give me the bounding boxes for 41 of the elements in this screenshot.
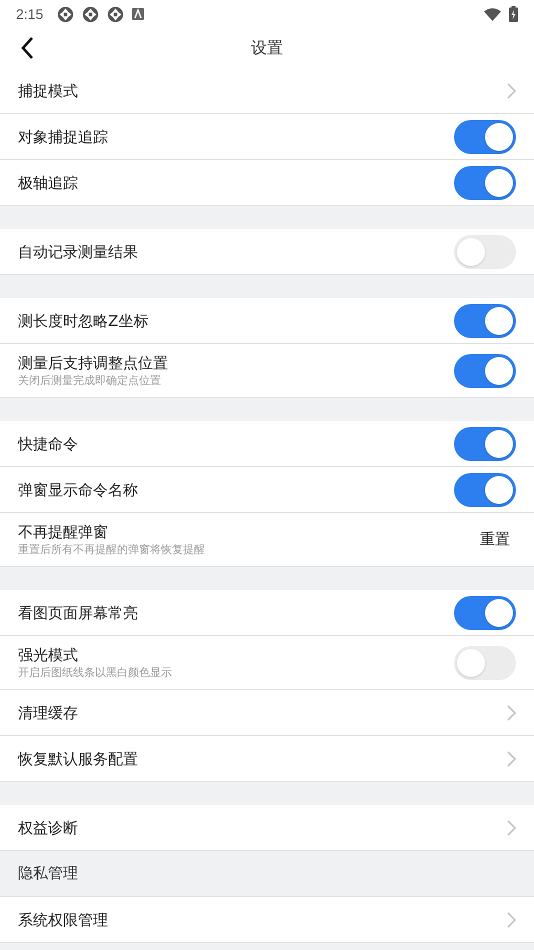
setting-label: 测量后支持调整点位置: [18, 352, 169, 372]
page-title: 设置: [251, 37, 283, 59]
aperture-icon: [57, 6, 74, 22]
toggle-switch[interactable]: [454, 166, 516, 200]
reset-button[interactable]: 重置: [480, 528, 516, 551]
setting-label: 捕捉模式: [18, 80, 79, 100]
toggle-switch[interactable]: [454, 596, 516, 630]
setting-label: 系统权限管理: [18, 910, 109, 930]
toggle-switch[interactable]: [454, 472, 516, 506]
setting-label: 测长度时忽略Z坐标: [18, 310, 150, 330]
setting-label: 看图页面屏幕常亮: [18, 602, 139, 622]
setting-label: 强光模式: [18, 644, 79, 664]
toggle-switch[interactable]: [454, 120, 516, 154]
toggle-switch[interactable]: [454, 426, 516, 460]
aperture-icon: [82, 6, 100, 22]
chevron-right-icon: [506, 82, 516, 98]
setting-label: 弹窗显示命令名称: [18, 480, 139, 500]
chevron-right-icon: [506, 750, 516, 766]
battery-icon: [509, 6, 518, 22]
toggle-switch[interactable]: [454, 304, 516, 338]
chevron-right-icon: [506, 912, 516, 928]
aperture-icon: [107, 6, 124, 22]
toggle-switch[interactable]: [454, 234, 516, 268]
setting-label: 权益诊断: [18, 818, 79, 838]
chevron-right-icon: [506, 820, 516, 836]
status-time: 2:15: [16, 4, 44, 24]
wifi-icon: [484, 8, 501, 20]
toggle-switch[interactable]: [454, 354, 516, 388]
setting-description: 开启后图纸线条以黑白颜色显示: [18, 664, 173, 680]
setting-label: 恢复默认服务配置: [18, 748, 139, 768]
setting-label: 自动记录测量结果: [18, 242, 139, 262]
setting-label: 极轴追踪: [18, 172, 79, 192]
setting-description: 关闭后测量完成即确定点位置: [18, 372, 162, 388]
setting-label: 快捷命令: [18, 434, 79, 454]
setting-label: 对象捕捉追踪: [18, 126, 109, 146]
toggle-switch[interactable]: [454, 646, 516, 680]
setting-description: 重置后所有不再提醒的弹窗将恢复提醒: [18, 542, 206, 558]
setting-label: 清理缓存: [18, 702, 79, 722]
notification-icon: [132, 8, 144, 20]
setting-label: 不再提醒弹窗: [18, 522, 109, 542]
chevron-right-icon: [506, 704, 516, 720]
